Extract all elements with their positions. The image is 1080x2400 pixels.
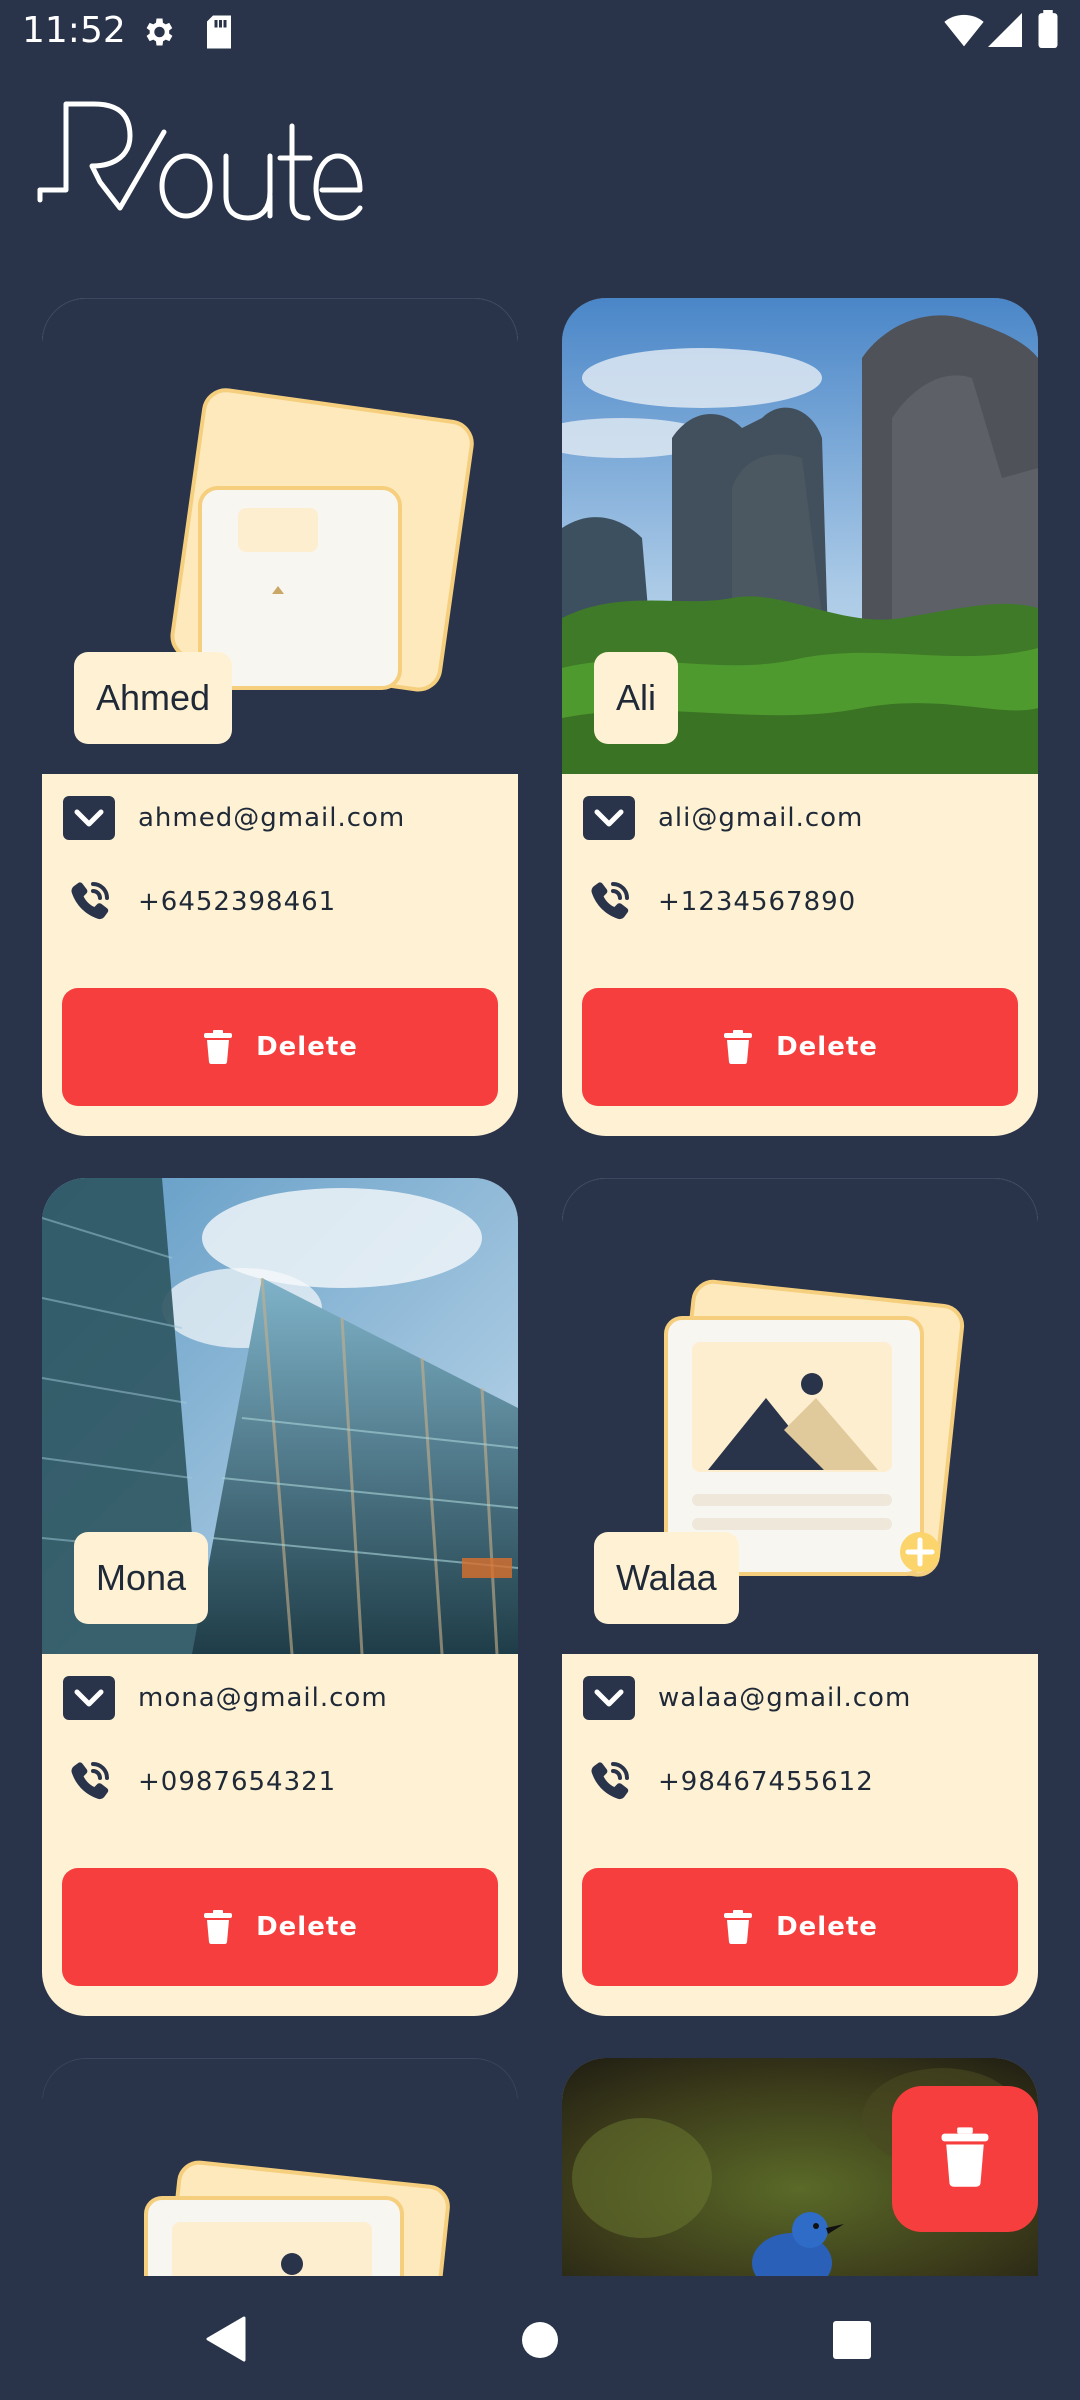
contact-name: Ahmed bbox=[74, 652, 233, 744]
delete-button[interactable]: Delete bbox=[62, 1868, 498, 1986]
contact-name: Ali bbox=[594, 652, 679, 744]
delete-button[interactable]: Delete bbox=[62, 988, 498, 1106]
phone-icon bbox=[62, 875, 116, 929]
contact-image-placeholder bbox=[42, 2058, 518, 2276]
phone-row: +98467455612 bbox=[582, 1752, 874, 1812]
phone-row: +0987654321 bbox=[62, 1752, 336, 1812]
trash-icon bbox=[202, 1030, 234, 1064]
contact-phone: +0987654321 bbox=[138, 1767, 337, 1797]
mail-icon bbox=[582, 791, 636, 845]
contact-phone: +1234567890 bbox=[658, 887, 857, 917]
phone-icon bbox=[62, 1755, 116, 1809]
contact-name: Walaa bbox=[594, 1532, 739, 1624]
email-row: ali@gmail.com bbox=[582, 788, 863, 848]
contact-phone: +6452398461 bbox=[138, 887, 337, 917]
contact-card: Mona mona@gmail.com +0987654321 Delete bbox=[42, 1178, 518, 2016]
email-row: mona@gmail.com bbox=[62, 1668, 388, 1728]
delete-button[interactable]: Delete bbox=[582, 988, 1018, 1106]
delete-label: Delete bbox=[256, 1032, 358, 1062]
delete-label: Delete bbox=[776, 1032, 878, 1062]
contact-email: mona@gmail.com bbox=[138, 1683, 388, 1713]
mail-icon bbox=[62, 1671, 116, 1725]
contact-card: Walaa walaa@gmail.com +98467455612 Delet… bbox=[562, 1178, 1038, 2016]
status-time: 11:52 bbox=[22, 10, 126, 51]
trash-icon bbox=[722, 1030, 754, 1064]
settings-icon bbox=[140, 14, 176, 55]
contact-name: Mona bbox=[74, 1532, 209, 1624]
email-row: walaa@gmail.com bbox=[582, 1668, 911, 1728]
trash-icon bbox=[722, 1910, 754, 1944]
back-icon[interactable] bbox=[204, 2316, 246, 2367]
contact-phone: +98467455612 bbox=[658, 1767, 874, 1797]
signal-icon bbox=[988, 12, 1022, 53]
home-icon[interactable] bbox=[520, 2320, 560, 2365]
phone-row: +1234567890 bbox=[582, 872, 856, 932]
delete-label: Delete bbox=[256, 1912, 358, 1942]
status-bar: 11:52 bbox=[0, 0, 1080, 62]
trash-icon bbox=[940, 2126, 990, 2193]
sd-card-icon bbox=[204, 14, 234, 55]
contact-email: ali@gmail.com bbox=[658, 803, 864, 833]
system-nav-bar bbox=[0, 2276, 1080, 2400]
app-logo bbox=[36, 92, 366, 232]
phone-icon bbox=[582, 875, 636, 929]
contact-card: Ali ali@gmail.com +1234567890 Delete bbox=[562, 298, 1038, 1136]
recents-icon[interactable] bbox=[832, 2320, 872, 2365]
contact-email: walaa@gmail.com bbox=[658, 1683, 912, 1713]
delete-button[interactable]: Delete bbox=[582, 1868, 1018, 1986]
contact-card bbox=[42, 2058, 518, 2276]
mail-icon bbox=[582, 1671, 636, 1725]
phone-icon bbox=[582, 1755, 636, 1809]
contact-email: ahmed@gmail.com bbox=[138, 803, 406, 833]
trash-icon bbox=[202, 1910, 234, 1944]
delete-label: Delete bbox=[776, 1912, 878, 1942]
mail-icon bbox=[62, 791, 116, 845]
delete-all-fab[interactable] bbox=[892, 2086, 1038, 2232]
email-row: ahmed@gmail.com bbox=[62, 788, 405, 848]
wifi-icon bbox=[944, 12, 984, 53]
battery-icon bbox=[1038, 10, 1058, 53]
contact-card: Ahmed ahmed@gmail.com +6452398461 Delete bbox=[42, 298, 518, 1136]
phone-row: +6452398461 bbox=[62, 872, 336, 932]
